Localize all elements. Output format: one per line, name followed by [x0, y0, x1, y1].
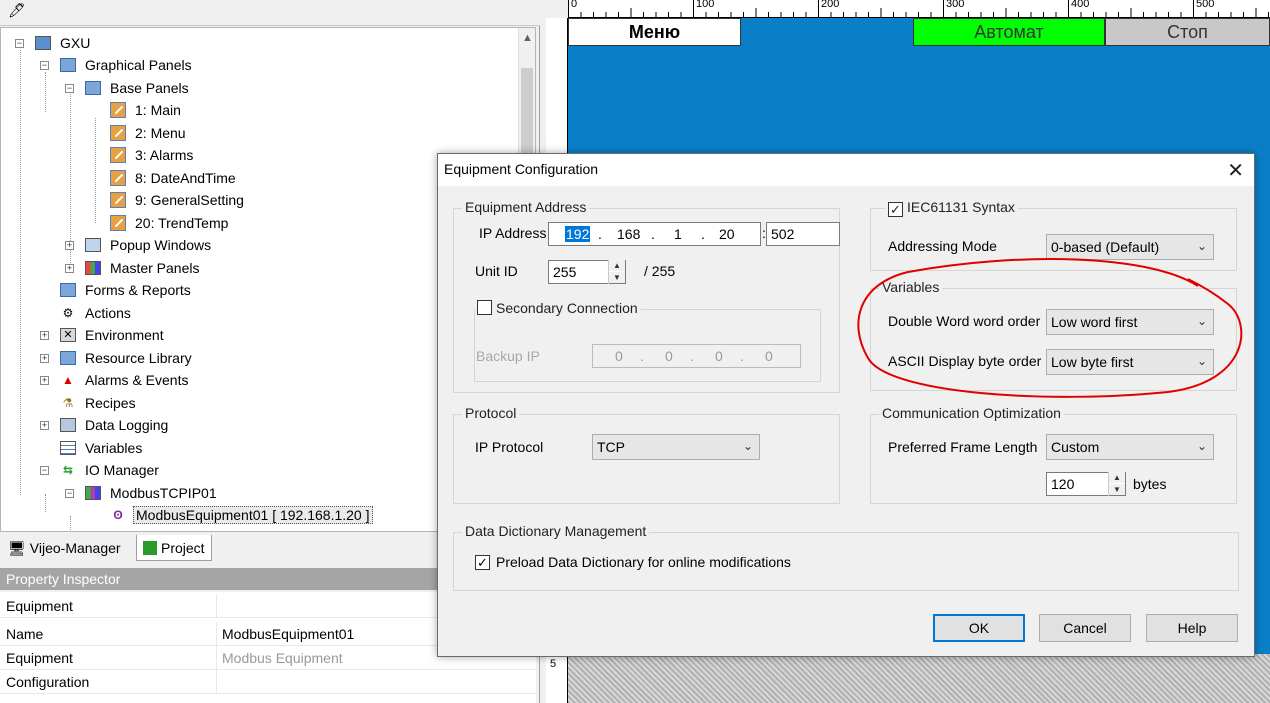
iec-checkbox-label[interactable]: ✓ IEC61131 Syntax [885, 199, 1018, 217]
alarm-icon: ▲ [62, 373, 74, 387]
panel-icon [109, 169, 127, 187]
tree-node-panel-menu[interactable]: 2: Menu [109, 122, 188, 144]
preload-checkbox[interactable]: ✓ [475, 555, 490, 570]
ok-button[interactable]: OK [933, 614, 1025, 642]
master-panel-icon [84, 259, 102, 277]
equipment-configuration-dialog: Equipment Configuration ✕ Equipment Addr… [437, 153, 1255, 657]
screen-outside-area [568, 654, 1270, 703]
unit-id-field[interactable]: 255 ▲ ▼ [548, 260, 626, 284]
io-arrows-icon: ⇆ [62, 463, 74, 477]
tree-node-forms-reports[interactable]: Forms & Reports [59, 279, 193, 301]
panel-icon [109, 101, 127, 119]
project-tab-icon [143, 540, 157, 555]
tree-node-actions[interactable]: ⚙ Actions [59, 302, 133, 324]
ruler-top: 0 100 200 300 400 500 [568, 0, 1270, 18]
tools-icon: ✕ [59, 326, 77, 344]
tree-node-recipes[interactable]: ⚗ Recipes [59, 392, 138, 414]
chevron-down-icon: ⌄ [1196, 439, 1207, 453]
tree-node-panel-alarms[interactable]: 3: Alarms [109, 144, 195, 166]
tree-node-io-manager[interactable]: ⇆ IO Manager [59, 459, 161, 481]
bytes-spinner[interactable]: ▲ ▼ [1108, 472, 1125, 496]
tree-node-modbus-driver[interactable]: ModbusTCPIP01 [84, 482, 219, 504]
tree-node-master-panels[interactable]: Master Panels [84, 257, 201, 279]
iec-checkbox[interactable]: ✓ [888, 202, 903, 217]
ruler-label: 100 [696, 0, 715, 10]
tree-node-panel-datetime[interactable]: 8: DateAndTime [109, 167, 238, 189]
tree-node-alarms-events[interactable]: ▲ Alarms & Events [59, 369, 190, 391]
folder-icon [84, 79, 102, 97]
tree-node-panel-main[interactable]: 1: Main [109, 99, 183, 121]
pi-row-configuration[interactable]: Configuration [0, 670, 536, 694]
tree-node-variables[interactable]: Variables [59, 437, 144, 459]
close-icon[interactable]: ✕ [1227, 158, 1244, 183]
ip-address-field[interactable]: 192 . 168 . 1 . 20 [548, 222, 761, 246]
annotation-circle [857, 258, 1243, 398]
panel-icon [109, 124, 127, 142]
library-icon [59, 349, 77, 367]
window-icon [84, 236, 102, 254]
tab-project[interactable]: Project [136, 535, 212, 561]
scroll-up-icon[interactable]: ▲ [522, 32, 533, 44]
hmi-auto-button[interactable]: Автомат [913, 18, 1105, 46]
tree-node-popup-windows[interactable]: Popup Windows [84, 234, 213, 256]
group-protocol: Protocol IP Protocol TCP ⌄ [453, 405, 840, 504]
tree-node-graphical-panels[interactable]: Graphical Panels [59, 54, 194, 76]
frame-length-select[interactable]: Custom ⌄ [1046, 434, 1214, 460]
ruler-label: 400 [1071, 0, 1090, 10]
flask-icon: ⚗ [62, 396, 74, 410]
tree-node-panel-trendtemp[interactable]: 20: TrendTemp [109, 212, 230, 234]
frame-bytes-field[interactable]: 120 ▲ ▼ [1046, 472, 1126, 496]
tree-node-environment[interactable]: ✕ Environment [59, 324, 166, 346]
tree-node-root[interactable]: GXU [34, 32, 92, 54]
hmi-menu-button[interactable]: Меню [568, 18, 741, 46]
secondary-connection-checkbox-label[interactable]: Secondary Connection [475, 300, 641, 316]
log-icon [59, 416, 77, 434]
spin-down-icon[interactable]: ▼ [1109, 484, 1125, 495]
driver-icon [84, 484, 102, 502]
cancel-button[interactable]: Cancel [1039, 614, 1131, 642]
tab-vijeo-manager[interactable]: 🖥 Vijeo-Manager [2, 535, 127, 561]
tree-node-data-logging[interactable]: Data Logging [59, 414, 170, 436]
tree-node-base-panels[interactable]: Base Panels [84, 77, 191, 99]
ruler-label: 0 [571, 0, 578, 10]
ruler-label: 200 [821, 0, 840, 10]
spin-down-icon[interactable]: ▼ [609, 272, 625, 283]
chevron-down-icon: ⌄ [1196, 239, 1207, 253]
ruler-label: 500 [1196, 0, 1215, 10]
forms-icon [59, 281, 77, 299]
port-field[interactable]: 502 [766, 222, 840, 246]
secondary-connection-checkbox[interactable] [477, 300, 492, 315]
tree-node-modbus-equipment[interactable]: ʘ ModbusEquipment01 [ 192.168.1.20 ] [109, 504, 373, 526]
dialog-title: Equipment Configuration ✕ [438, 154, 1254, 186]
table-icon [59, 439, 77, 457]
spin-up-icon[interactable]: ▲ [609, 260, 625, 271]
ip-protocol-select[interactable]: TCP ⌄ [592, 434, 760, 460]
monitor-icon: 🖥 [8, 539, 26, 556]
panel-icon [109, 191, 127, 209]
ruler-label: 300 [946, 0, 965, 10]
unit-id-spinner[interactable]: ▲ ▼ [608, 260, 625, 284]
tool-icon[interactable]: 🖊 [8, 2, 26, 19]
help-button[interactable]: Help [1146, 614, 1238, 642]
chevron-down-icon: ⌄ [742, 439, 753, 453]
backup-ip-field: 0 . 0 . 0 . 0 [592, 344, 801, 368]
tree-node-resource-library[interactable]: Resource Library [59, 347, 194, 369]
group-equipment-address: Equipment Address IP Address 192 . 168 .… [453, 199, 840, 393]
group-data-dictionary: Data Dictionary Management ✓ Preload Dat… [453, 523, 1239, 591]
hmi-stop-button[interactable]: Стоп [1105, 18, 1270, 46]
tree-node-panel-generalsetting[interactable]: 9: GeneralSetting [109, 189, 246, 211]
group-communication-optimization: Communication Optimization Preferred Fra… [870, 405, 1237, 504]
panel-icon [109, 146, 127, 164]
project-toolbar: 🖊 [0, 0, 540, 26]
spin-up-icon[interactable]: ▲ [1109, 472, 1125, 483]
group-secondary-connection: Secondary Connection Backup IP 0 . 0 . 0… [474, 300, 821, 382]
project-icon [34, 34, 52, 52]
equipment-icon: ʘ [113, 508, 123, 522]
panel-icon [109, 214, 127, 232]
gear-icon: ⚙ [62, 306, 74, 320]
folder-icon [59, 56, 77, 74]
